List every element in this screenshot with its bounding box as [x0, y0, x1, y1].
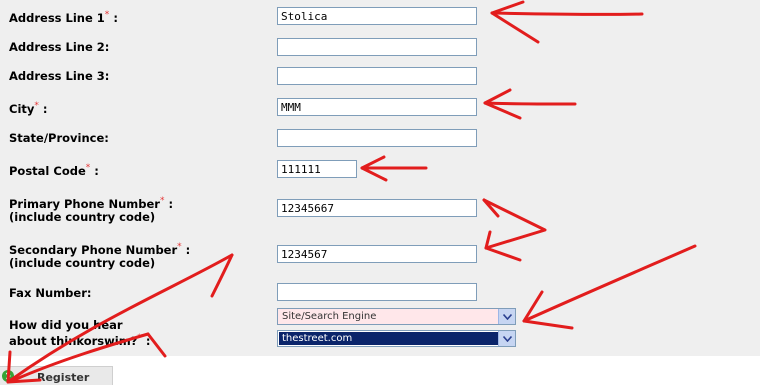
referral-detail-value: thestreet.com — [282, 333, 353, 344]
referral-category-value: Site/Search Engine — [282, 311, 377, 322]
register-label: Register — [37, 371, 90, 384]
address-line-1-label: Address Line 1* : — [9, 10, 118, 25]
secondary-phone-input[interactable]: 1234567 — [277, 245, 477, 263]
referral-source-label: How did you hear about thinkorswim?* : — [9, 318, 151, 348]
state-province-label: State/Province: — [9, 131, 109, 145]
address-line-3-input[interactable] — [277, 67, 477, 85]
postal-code-input[interactable]: 111111 — [277, 160, 357, 178]
address-line-2-label: Address Line 2: — [9, 40, 110, 54]
referral-category-select[interactable]: Site/Search Engine — [277, 308, 516, 325]
go-arrow-icon — [2, 370, 14, 382]
register-button[interactable]: Register — [0, 366, 113, 385]
chevron-down-icon[interactable] — [498, 331, 515, 346]
address-line-2-input[interactable] — [277, 38, 477, 56]
city-label: City* : — [9, 101, 48, 116]
postal-code-label: Postal Code* : — [9, 163, 99, 178]
secondary-phone-label: Secondary Phone Number* : (include countr… — [9, 242, 191, 270]
address-line-1-input[interactable]: Stolica — [277, 7, 477, 25]
address-line-3-label: Address Line 3: — [9, 69, 110, 83]
fax-number-label: Fax Number: — [9, 286, 92, 300]
required-asterisk: * — [104, 10, 110, 21]
primary-phone-label: Primary Phone Number* : (include country … — [9, 196, 174, 224]
required-asterisk: * — [159, 196, 165, 207]
fax-number-input[interactable] — [277, 283, 477, 301]
state-province-input[interactable] — [277, 129, 477, 147]
required-asterisk: * — [177, 242, 182, 253]
required-asterisk: * — [34, 101, 39, 112]
city-input[interactable]: MMM — [277, 98, 477, 116]
referral-detail-select[interactable]: thestreet.com — [277, 330, 516, 347]
required-asterisk: * — [85, 163, 91, 174]
required-asterisk: * — [137, 333, 142, 344]
chevron-down-icon[interactable] — [498, 309, 515, 324]
primary-phone-input[interactable]: 12345667 — [277, 199, 477, 217]
